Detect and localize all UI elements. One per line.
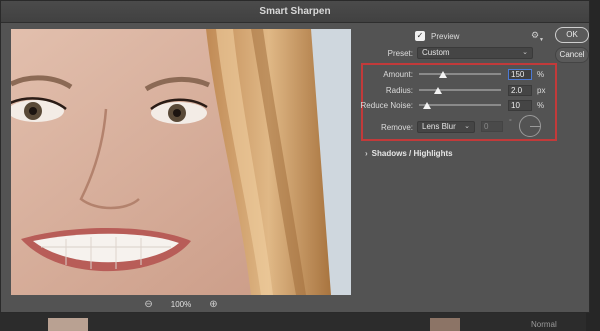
zoom-level: 100% bbox=[170, 299, 192, 309]
gear-caret-icon: ▼ bbox=[539, 37, 544, 43]
blend-mode-label: Normal bbox=[531, 320, 557, 329]
remove-select[interactable]: Lens Blur ⌄ bbox=[417, 121, 475, 133]
radius-slider-track[interactable] bbox=[419, 89, 501, 91]
amount-label: Amount: bbox=[383, 70, 413, 79]
zoom-in-icon[interactable]: ⊕ bbox=[209, 299, 217, 310]
reduce-noise-input[interactable]: 10 bbox=[508, 100, 532, 111]
chevron-right-icon: › bbox=[365, 149, 368, 158]
radius-label: Radius: bbox=[385, 86, 413, 95]
chevron-down-icon: ⌄ bbox=[464, 123, 470, 130]
amount-slider-thumb[interactable] bbox=[439, 71, 447, 78]
radius-unit: px bbox=[537, 86, 546, 95]
gear-icon[interactable]: ⚙ bbox=[531, 30, 539, 41]
app-background-strip bbox=[0, 312, 600, 331]
layer-thumbnail bbox=[48, 318, 88, 331]
reduce-noise-label: Reduce Noise: bbox=[360, 101, 413, 110]
shadows-highlights-label: Shadows / Highlights bbox=[371, 149, 453, 158]
zoom-bar: ⊖ 100% ⊕ bbox=[11, 297, 351, 311]
smart-sharpen-dialog: Smart Sharpen ⊖ 100% ⊕ ✓ Preview ⚙ ▼ OK … bbox=[0, 0, 590, 313]
preview-checkbox-row[interactable]: ✓ Preview bbox=[415, 30, 459, 42]
zoom-out-icon[interactable]: ⊖ bbox=[144, 299, 152, 310]
angle-dial-icon[interactable] bbox=[519, 115, 541, 137]
ok-button[interactable]: OK bbox=[555, 27, 589, 43]
radius-slider-thumb[interactable] bbox=[434, 87, 442, 94]
layer-thumbnail-2 bbox=[430, 318, 460, 331]
chevron-down-icon: ⌄ bbox=[522, 49, 528, 56]
amount-input[interactable]: 150 bbox=[508, 69, 532, 80]
radius-input[interactable]: 2.0 bbox=[508, 85, 532, 96]
preset-value: Custom bbox=[422, 48, 450, 57]
preset-label: Preset: bbox=[387, 49, 413, 58]
reduce-noise-slider-track[interactable] bbox=[419, 104, 501, 106]
preview-checkbox[interactable]: ✓ bbox=[415, 31, 425, 41]
shadows-highlights-toggle[interactable]: › Shadows / Highlights bbox=[365, 149, 453, 158]
preview-image[interactable] bbox=[11, 29, 351, 295]
angle-unit: ° bbox=[509, 119, 512, 126]
amount-slider-track[interactable] bbox=[419, 73, 501, 75]
remove-value: Lens Blur bbox=[422, 122, 456, 131]
amount-unit: % bbox=[537, 70, 545, 79]
preview-label: Preview bbox=[431, 31, 460, 41]
reduce-noise-slider-thumb[interactable] bbox=[423, 102, 431, 109]
remove-label: Remove: bbox=[380, 123, 413, 132]
reduce-noise-unit: % bbox=[537, 101, 545, 110]
angle-input[interactable]: 0 bbox=[481, 121, 503, 132]
preset-select[interactable]: Custom ⌄ bbox=[417, 47, 533, 59]
dialog-title[interactable]: Smart Sharpen bbox=[1, 1, 589, 23]
cancel-button[interactable]: Cancel bbox=[555, 47, 589, 63]
